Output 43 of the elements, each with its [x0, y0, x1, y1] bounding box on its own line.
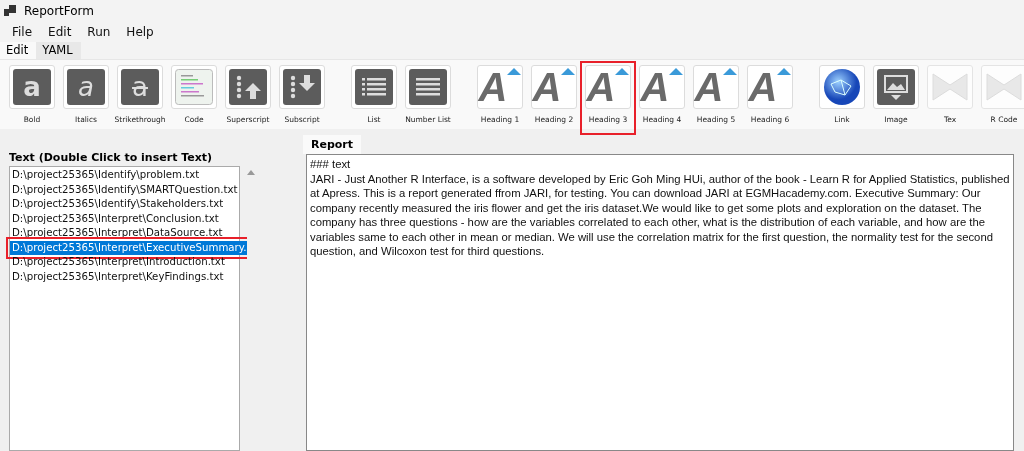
caret-up-icon: [507, 67, 522, 75]
caret-up-icon: [561, 67, 576, 75]
menu-item[interactable]: Run: [81, 25, 117, 39]
list-item[interactable]: D:\project25365\Identify\SMARTQuestion.txt: [10, 182, 247, 197]
tab[interactable]: Edit: [0, 42, 37, 59]
list-icon: [355, 69, 393, 105]
code-icon: [175, 69, 213, 105]
report-editor[interactable]: [306, 154, 1014, 451]
list-item[interactable]: D:\project25365\Identify\Stakeholders.txt: [10, 197, 247, 212]
globe-icon: [823, 68, 861, 106]
list-item[interactable]: D:\project25365\Interpret\KeyFindings.txt: [10, 269, 247, 284]
tab[interactable]: Report: [303, 135, 362, 154]
scroll-up-icon[interactable]: [246, 170, 255, 175]
list-item[interactable]: D:\project25365\Interpret\Conclusion.txt: [10, 211, 247, 226]
bowtie-icon: [931, 72, 969, 102]
list-icon: [409, 69, 447, 105]
image-icon: [877, 69, 915, 105]
tab[interactable]: YAML: [36, 42, 81, 59]
heading-letter-icon: A: [532, 67, 562, 107]
caret-up-icon: [615, 67, 630, 75]
bowtie-icon: [985, 72, 1023, 102]
editor-text: JARI - Just Another R Interface, is a software developed by Eric Goh Ming HUi, author of the book - Learn R for Applied Statistics, published at Apress. This is a report generated ffrom JARI, for testing. You can download JARI at EGMHacademy.com. Executive Summary: Our company recently measured the iris flower and get the iris dataset.We would like to get some plots and exploration on the dataset. The company has three questions - how are the variables correlated to each other, what is the distribution of each variable, and how are the variables same to each other in mean or median. We will use the correlation matrix for the first question, the normality test for the second question, and Wilcoxon test for third questions.: [310, 171, 1010, 259]
caret-up-icon: [723, 67, 738, 75]
letter-icon: a: [67, 69, 105, 105]
heading-letter-icon: A: [748, 67, 778, 107]
list-item[interactable]: D:\project25365\Identify\problem.txt: [10, 168, 247, 183]
list-item[interactable]: D:\project25365\Interpret\Introduction.txt: [10, 255, 247, 270]
heading-letter-icon: A: [640, 67, 670, 107]
editor-text: ### text: [310, 157, 352, 172]
list-item[interactable]: D:\project25365\Interpret\DataSource.txt: [10, 226, 247, 241]
menu-item[interactable]: File: [6, 25, 39, 39]
letter-icon: a: [13, 69, 51, 105]
heading-letter-icon: A: [586, 67, 616, 107]
caret-up-icon: [777, 67, 792, 75]
menu-item[interactable]: Help: [120, 25, 160, 39]
window-title: ReportForm: [24, 4, 94, 18]
heading-letter-icon: A: [478, 67, 508, 107]
app-icon: [4, 5, 16, 17]
heading-letter-icon: A: [694, 67, 724, 107]
menu-item[interactable]: Edit: [42, 25, 78, 39]
panel-title: Text (Double Click to insert Text): [9, 151, 214, 164]
letter-icon: a: [121, 69, 159, 105]
caret-up-icon: [669, 67, 684, 75]
